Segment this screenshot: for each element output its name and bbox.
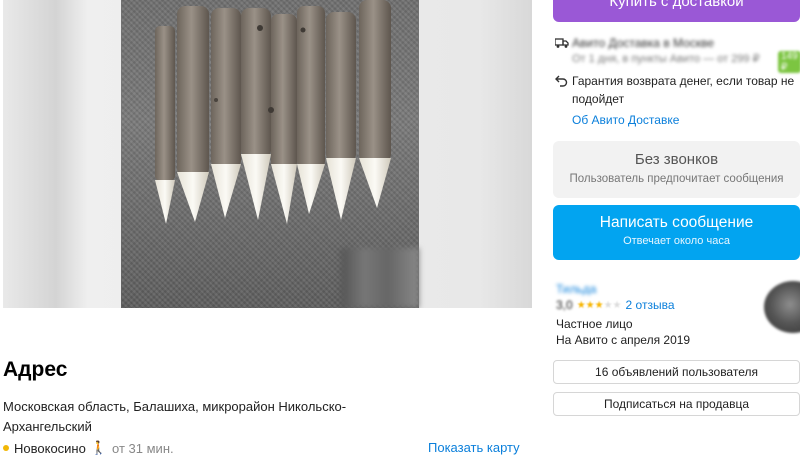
rating-stars-icon: ★★★★★	[576, 299, 622, 311]
blurred-area	[341, 248, 419, 308]
seller-type: Частное лицо	[556, 317, 633, 331]
response-time-label: Отвечает около часа	[623, 235, 730, 247]
seller-avatar[interactable]	[764, 281, 800, 333]
guarantee-text: Гарантия возврата денег, если товар не п…	[572, 74, 795, 106]
metro-info: Новокосино 🚶 от 31 мин.	[3, 440, 174, 456]
metro-station: Новокосино	[14, 440, 86, 456]
seller-rating: 3,0 ★★★★★ 2 отзыва	[556, 298, 675, 312]
seller-card: Тильда 3,0 ★★★★★ 2 отзыва Частное лицо Н…	[556, 278, 800, 348]
return-arrow-icon	[555, 75, 568, 87]
write-message-label: Написать сообщение	[599, 214, 754, 231]
address-heading: Адрес	[3, 358, 68, 381]
write-message-button[interactable]: Написать сообщение Отвечает около часа	[553, 205, 800, 260]
truck-icon	[555, 38, 569, 48]
address-text: Московская область, Балашиха, микрорайон…	[3, 399, 347, 434]
reviews-link[interactable]: 2 отзыва	[626, 298, 675, 312]
walk-icon: 🚶	[90, 440, 108, 455]
listing-photo[interactable]	[121, 0, 419, 308]
delivery-subtitle: От 1 дня, в пункты Авито — от 299 ₽	[572, 53, 760, 65]
image-gallery[interactable]	[3, 0, 532, 308]
delivery-price-badge: 149 ₽	[778, 51, 800, 73]
seller-name-link[interactable]: Тильда	[556, 282, 596, 296]
metro-line-dot-icon	[3, 445, 9, 451]
user-ads-button[interactable]: 16 объявлений пользователя	[553, 360, 800, 384]
about-delivery-link[interactable]: Об Авито Доставке	[572, 113, 679, 127]
show-map-link[interactable]: Показать карту	[428, 440, 520, 455]
seller-since: На Авито с апреля 2019	[556, 333, 691, 347]
no-calls-subtitle: Пользователь предпочитает сообщения	[569, 173, 784, 185]
metro-time: от 31 мин.	[112, 440, 174, 456]
delivery-title: Авито Доставка в Москве	[572, 36, 714, 50]
rating-value: 3,0	[556, 298, 573, 312]
delivery-info: Авито Доставка в Москве От 1 дня, в пунк…	[553, 34, 800, 73]
no-calls-title: Без звонков	[634, 151, 719, 168]
subscribe-seller-button[interactable]: Подписаться на продавца	[553, 392, 800, 416]
buy-with-delivery-button[interactable]: Купить с доставкой	[553, 0, 800, 22]
no-calls-panel: Без звонков Пользователь предпочитает со…	[553, 141, 800, 198]
